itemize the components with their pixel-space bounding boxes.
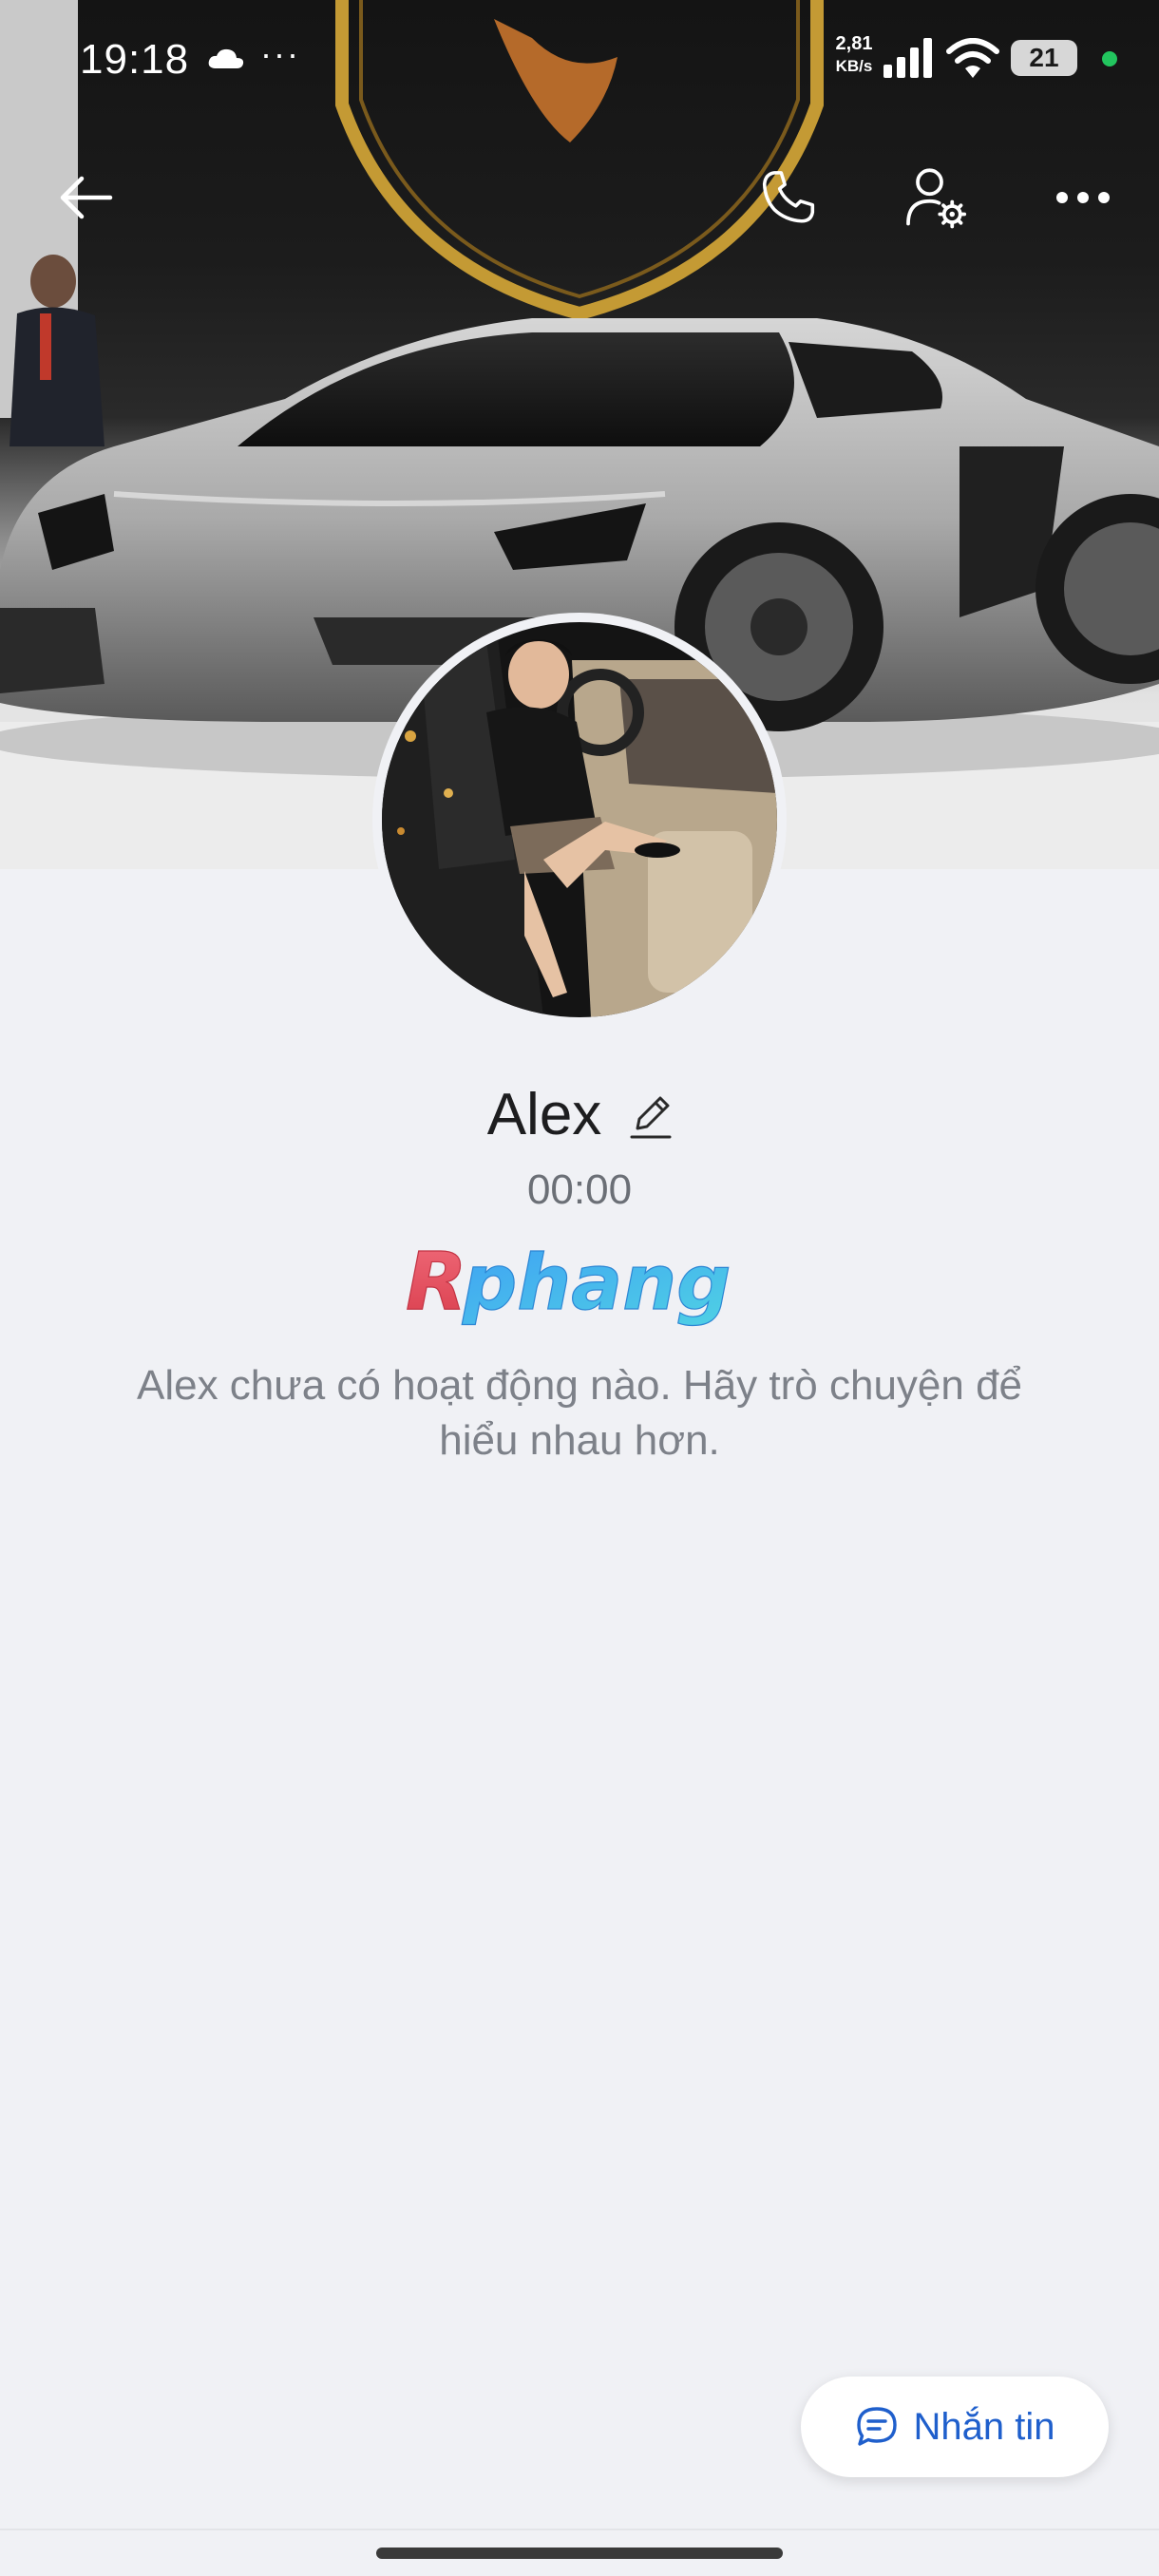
- profile-time: 00:00: [526, 1166, 633, 1213]
- home-indicator[interactable]: [376, 2548, 783, 2559]
- empty-activity-message: Alex chưa có hoạt động nào. Hãy trò chuy…: [136, 1362, 1023, 1464]
- avatar-photo: [382, 622, 777, 1017]
- status-bar: 19:18 ··· 2,81 KB/s 21: [0, 0, 1159, 119]
- profile-name-row: Alex: [0, 1081, 1159, 1148]
- bottom-divider: [0, 2529, 1159, 2530]
- wifi-icon: [946, 38, 999, 78]
- svg-text:phang: phang: [462, 1239, 731, 1327]
- svg-text:R: R: [406, 1235, 467, 1328]
- privacy-indicator-dot: [1102, 51, 1117, 66]
- user-gear-icon: [906, 168, 967, 229]
- cloud-icon: [208, 48, 244, 68]
- status-more-icon: ···: [260, 34, 300, 73]
- arrow-left-icon: [60, 176, 113, 219]
- battery-icon: 21: [1011, 40, 1077, 76]
- profile-avatar[interactable]: [372, 613, 787, 1027]
- ellipsis-horizontal-icon: [1056, 192, 1110, 203]
- profile-settings-button[interactable]: [899, 160, 975, 236]
- status-time: 19:18: [80, 36, 190, 83]
- profile-name: Alex: [486, 1082, 602, 1147]
- chat-bubble-icon: [856, 2407, 897, 2446]
- network-speed-unit: KB/s: [835, 57, 873, 75]
- cellular-signal-icon: [884, 38, 932, 78]
- watermark-logo: R phang: [404, 1234, 755, 1339]
- message-button-label: Nhắn tin: [913, 2405, 1055, 2448]
- pencil-icon: [630, 1096, 672, 1138]
- more-options-button[interactable]: [1045, 160, 1121, 236]
- phone-icon: [762, 171, 815, 223]
- back-button[interactable]: [48, 160, 124, 236]
- network-speed: 2,81 KB/s: [828, 32, 880, 78]
- message-button[interactable]: Nhắn tin: [801, 2377, 1109, 2477]
- call-button[interactable]: [750, 160, 826, 236]
- network-speed-value: 2,81: [835, 33, 873, 54]
- edit-name-button[interactable]: [630, 1094, 672, 1140]
